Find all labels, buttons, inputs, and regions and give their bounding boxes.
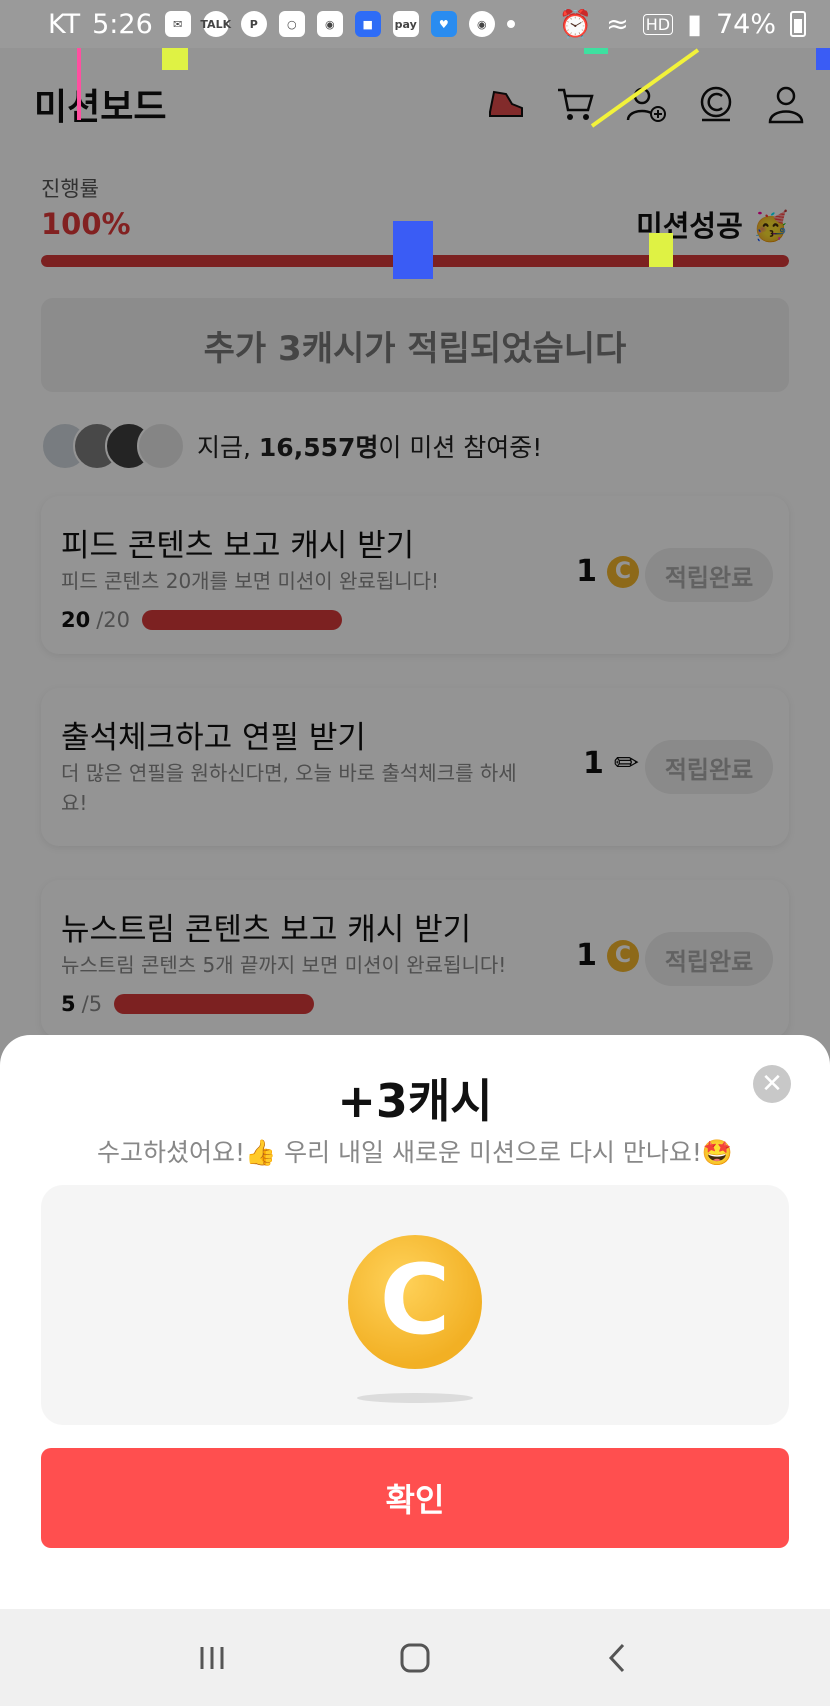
coin-shadow bbox=[357, 1393, 473, 1403]
recent-apps-icon[interactable] bbox=[182, 1628, 242, 1688]
alarm-icon: ⏰ bbox=[558, 9, 593, 40]
battery-icon bbox=[790, 11, 806, 37]
instagram-icon: ○ bbox=[278, 11, 305, 37]
coin-icon: C bbox=[348, 1235, 482, 1369]
reward-bottom-sheet: +3캐시 ✕ 수고하셨어요!👍 우리 내일 새로운 미션으로 다시 만나요!🤩 … bbox=[0, 1035, 830, 1609]
p-icon: P bbox=[240, 11, 267, 37]
system-nav-bar bbox=[0, 1609, 830, 1706]
pay-icon: pay bbox=[392, 11, 419, 37]
confetti-piece bbox=[649, 233, 673, 267]
more-notifications-icon bbox=[506, 20, 515, 28]
carrier-label: KT bbox=[48, 8, 81, 40]
coin-display: C bbox=[41, 1185, 789, 1425]
message-icon: ✉ bbox=[164, 11, 191, 37]
confetti-streamer bbox=[590, 48, 700, 128]
back-icon[interactable] bbox=[588, 1628, 648, 1688]
confetti-piece bbox=[393, 221, 433, 279]
home-icon[interactable] bbox=[385, 1628, 445, 1688]
confetti-piece bbox=[77, 48, 81, 120]
confirm-button[interactable]: 확인 bbox=[41, 1448, 789, 1548]
discord-icon: ◉ bbox=[316, 11, 343, 37]
heart-icon: ♥ bbox=[430, 11, 457, 37]
wifi-icon: ≈ bbox=[606, 8, 629, 40]
reward-subtitle: 수고하셨어요!👍 우리 내일 새로운 미션으로 다시 만나요!🤩 bbox=[97, 1138, 733, 1167]
reward-title: +3캐시 bbox=[337, 1074, 493, 1128]
close-icon[interactable]: ✕ bbox=[753, 1065, 791, 1103]
owl-icon: ◉ bbox=[468, 11, 495, 37]
talk-icon: TALK bbox=[200, 11, 231, 37]
clock: 5:26 bbox=[92, 8, 153, 40]
app-icon: ■ bbox=[354, 11, 381, 37]
signal-icon: ▮ bbox=[687, 8, 702, 40]
hd-icon: HD bbox=[642, 13, 674, 35]
confetti-piece bbox=[816, 46, 830, 70]
status-bar: KT 5:26 ✉ TALK P ○ ◉ ■ pay ♥ ◉ ⏰ ≈ HD ▮ … bbox=[0, 0, 830, 48]
battery-percent: 74% bbox=[715, 8, 776, 40]
